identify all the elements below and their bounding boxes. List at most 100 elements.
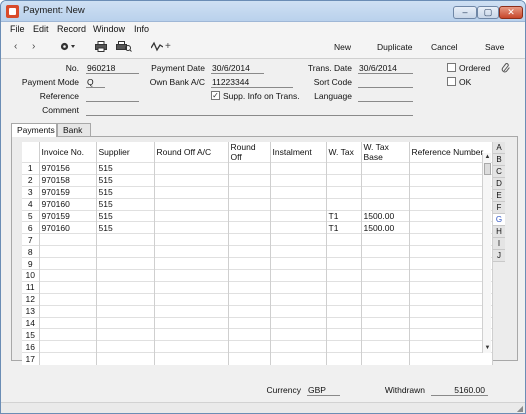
grid-cell[interactable] — [154, 280, 229, 294]
grid-cell[interactable] — [96, 316, 155, 329]
grid-cell[interactable] — [326, 328, 362, 341]
supp-info-checkbox[interactable]: ✓ — [211, 91, 220, 100]
grid-cell[interactable] — [154, 209, 229, 222]
grid-cell[interactable] — [154, 162, 229, 175]
grid-cell[interactable]: T1 — [326, 209, 362, 222]
grid-cell[interactable] — [270, 162, 327, 175]
currency-field[interactable]: GBP — [307, 385, 340, 396]
grid-cell[interactable] — [409, 328, 493, 341]
payment-date-field[interactable]: 30/6/2014 — [211, 63, 264, 74]
grid-cell[interactable] — [39, 340, 97, 353]
flip-tab-i[interactable]: I — [493, 238, 505, 250]
grid-cell[interactable] — [326, 185, 362, 199]
grid-cell[interactable] — [96, 245, 155, 258]
grid-cell[interactable] — [361, 245, 410, 258]
grid-cell[interactable] — [228, 185, 271, 199]
duplicate-button[interactable]: Duplicate — [377, 42, 412, 52]
grid-cell[interactable] — [154, 185, 229, 199]
grid-cell[interactable] — [270, 197, 327, 211]
print-icon[interactable] — [95, 41, 107, 55]
grid-cell[interactable] — [39, 352, 97, 365]
grid-cell[interactable] — [39, 257, 97, 270]
grid-cell[interactable] — [361, 340, 410, 353]
grid-cell[interactable] — [154, 292, 229, 306]
grid-cell[interactable] — [270, 280, 327, 294]
grid-cell[interactable] — [361, 185, 410, 199]
grid-cell[interactable] — [228, 316, 271, 329]
grid-cell[interactable] — [154, 257, 229, 270]
grid-cell[interactable] — [154, 316, 229, 329]
grid-cell[interactable] — [409, 257, 493, 270]
grid-cell[interactable] — [228, 292, 271, 306]
flip-tab-a[interactable]: A — [493, 142, 505, 154]
grid-cell[interactable]: 515 — [96, 221, 155, 234]
grid-cell[interactable] — [228, 352, 271, 365]
close-button[interactable]: ✕ — [499, 6, 523, 19]
grid-cell[interactable] — [409, 352, 493, 365]
activity-icon[interactable] — [150, 41, 164, 55]
grid-cell[interactable]: 515 — [96, 173, 155, 187]
grid-cell[interactable] — [409, 340, 493, 353]
comment-field[interactable] — [86, 105, 413, 116]
grid-cell[interactable] — [361, 162, 410, 175]
grid-cell[interactable] — [39, 269, 97, 282]
grid-cell[interactable] — [270, 340, 327, 353]
grid-cell[interactable] — [409, 233, 493, 246]
grid-cell[interactable] — [154, 221, 229, 234]
grid-cell[interactable] — [228, 257, 271, 270]
grid-vertical-scrollbar[interactable]: ▲ ▼ — [482, 153, 491, 353]
menu-window[interactable]: Window — [93, 24, 125, 34]
grid-cell[interactable] — [270, 245, 327, 258]
grid-cell[interactable] — [326, 257, 362, 270]
gear-icon[interactable] — [59, 41, 77, 55]
grid-cell[interactable] — [326, 340, 362, 353]
grid-cell[interactable] — [326, 162, 362, 175]
grid-cell[interactable] — [96, 352, 155, 365]
grid-cell[interactable] — [96, 292, 155, 306]
grid-cell[interactable] — [326, 197, 362, 211]
grid-cell[interactable] — [228, 233, 271, 246]
tab-payments[interactable]: Payments — [11, 123, 57, 137]
grid-cell[interactable] — [228, 245, 271, 258]
grid-cell[interactable] — [361, 197, 410, 211]
grid-cell[interactable]: 970156 — [39, 162, 97, 175]
grid-cell[interactable] — [228, 269, 271, 282]
grid-cell[interactable] — [326, 233, 362, 246]
tab-bank[interactable]: Bank — [57, 123, 91, 137]
grid-cell[interactable] — [270, 304, 327, 318]
grid-cell[interactable]: 970160 — [39, 221, 97, 234]
ok-checkbox[interactable] — [447, 77, 456, 86]
flip-tab-j[interactable]: J — [493, 250, 505, 262]
forward-arrow-icon[interactable]: › — [32, 41, 35, 52]
flip-tab-b[interactable]: B — [493, 154, 505, 166]
grid-cell[interactable] — [270, 173, 327, 187]
scroll-thumb[interactable] — [484, 163, 491, 175]
grid-cell[interactable] — [270, 233, 327, 246]
menu-info[interactable]: Info — [134, 24, 149, 34]
grid-cell[interactable] — [39, 245, 97, 258]
grid-cell[interactable] — [39, 233, 97, 246]
grid-cell[interactable] — [326, 352, 362, 365]
menu-file[interactable]: File — [10, 24, 25, 34]
grid-cell[interactable] — [96, 328, 155, 341]
grid-cell[interactable] — [361, 316, 410, 329]
print-preview-icon[interactable] — [116, 41, 132, 55]
grid-cell[interactable] — [270, 292, 327, 306]
flip-tab-c[interactable]: C — [493, 166, 505, 178]
grid-cell[interactable] — [326, 292, 362, 306]
grid-cell[interactable] — [326, 245, 362, 258]
grid-cell[interactable] — [409, 304, 493, 318]
grid-cell[interactable] — [409, 316, 493, 329]
grid-cell[interactable] — [409, 197, 493, 211]
grid-cell[interactable] — [228, 162, 271, 175]
grid-cell[interactable] — [96, 280, 155, 294]
grid-cell[interactable] — [39, 280, 97, 294]
minimize-button[interactable]: ‒ — [453, 6, 477, 19]
grid-cell[interactable]: 515 — [96, 185, 155, 199]
grid-cell[interactable]: 515 — [96, 209, 155, 222]
grid-cell[interactable]: 970158 — [39, 173, 97, 187]
grid-cell[interactable] — [96, 257, 155, 270]
grid-cell[interactable] — [409, 245, 493, 258]
grid-cell[interactable]: T1 — [326, 221, 362, 234]
new-button[interactable]: New — [334, 42, 351, 52]
